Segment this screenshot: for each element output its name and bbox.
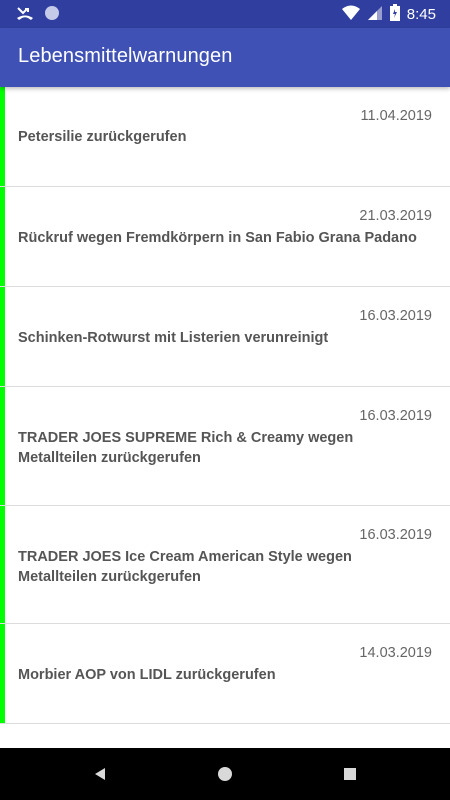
warning-item[interactable]: 21.03.2019 Rückruf wegen Fremdkörpern in… [0, 187, 450, 287]
warning-date: 14.03.2019 [359, 645, 432, 661]
warning-title: TRADER JOES SUPREME Rich & Creamy wegen … [18, 430, 354, 466]
circle-notification-icon [44, 5, 60, 26]
navigation-bar [0, 748, 450, 800]
warning-accent-bar [0, 506, 5, 623]
warning-item[interactable]: 14.03.2019 Morbier AOP von LIDL zurückge… [0, 624, 450, 724]
warning-item[interactable]: 16.03.2019 TRADER JOES SUPREME Rich & Cr… [0, 387, 450, 506]
signal-icon [367, 5, 383, 26]
warning-item[interactable]: 16.03.2019 TRADER JOES Ice Cream America… [0, 506, 450, 624]
warning-title: Petersilie zurückgerufen [18, 129, 187, 145]
warning-title: Morbier AOP von LIDL zurückgerufen [18, 667, 276, 683]
warning-accent-bar [0, 187, 5, 286]
warning-date: 21.03.2019 [359, 208, 432, 224]
app-title: Lebensmittelwarnungen [18, 45, 233, 67]
back-icon[interactable] [90, 764, 110, 784]
warning-accent-bar [0, 87, 5, 186]
clock: 8:45 [406, 6, 436, 23]
warning-item[interactable]: 11.04.2019 Petersilie zurückgerufen [0, 87, 450, 187]
warning-accent-bar [0, 387, 5, 505]
warning-accent-bar [0, 287, 5, 386]
warning-title: Rückruf wegen Fremdkörpern in San Fabio … [18, 230, 417, 246]
app-screen: 8:45 Lebensmittelwarnungen 11.04.2019 Pe… [0, 0, 450, 800]
missed-call-icon [16, 5, 34, 26]
home-icon[interactable] [215, 764, 235, 784]
warning-item[interactable]: 16.03.2019 Schinken-Rotwurst mit Listeri… [0, 287, 450, 387]
status-bar: 8:45 [0, 0, 450, 28]
warning-date: 16.03.2019 [359, 408, 432, 424]
warning-date: 11.04.2019 [360, 108, 433, 124]
battery-icon [389, 4, 400, 26]
app-bar: Lebensmittelwarnungen [0, 28, 450, 87]
warning-date: 16.03.2019 [359, 308, 432, 324]
warning-title: Schinken-Rotwurst mit Listerien verunrei… [18, 330, 329, 346]
wifi-icon [341, 5, 360, 26]
recents-icon[interactable] [340, 764, 360, 784]
warning-accent-bar [0, 624, 5, 723]
warning-list: 11.04.2019 Petersilie zurückgerufen 21.0… [0, 87, 450, 724]
warning-date: 16.03.2019 [359, 527, 432, 543]
warning-title: TRADER JOES Ice Cream American Style weg… [18, 549, 352, 585]
